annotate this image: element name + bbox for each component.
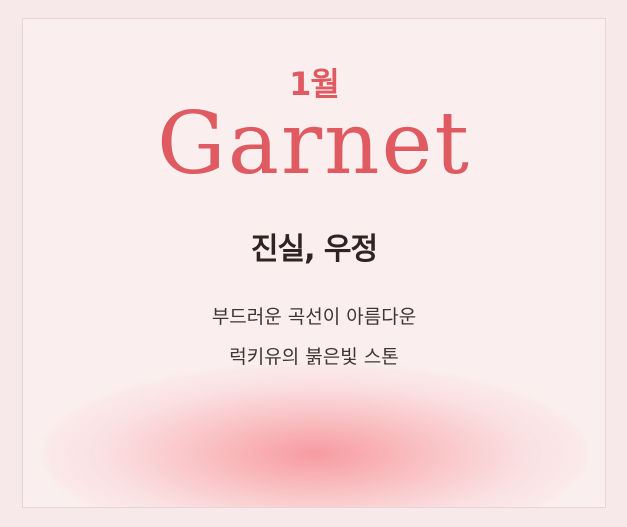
garnet-birthstone-card: 1월 Garnet 진실, 우정 부드러운 곡선이 아름다운 럭키유의 붉은빛 … — [22, 18, 606, 508]
description-line-1: 부드러운 곡선이 아름다운 — [211, 306, 417, 328]
gem-meaning: 진실, 우정 — [250, 232, 378, 267]
gem-name-title: Garnet — [157, 94, 471, 194]
pink-glow-decoration — [43, 364, 587, 507]
description-line-2: 럭키유의 붉은빛 스톤 — [229, 346, 399, 368]
